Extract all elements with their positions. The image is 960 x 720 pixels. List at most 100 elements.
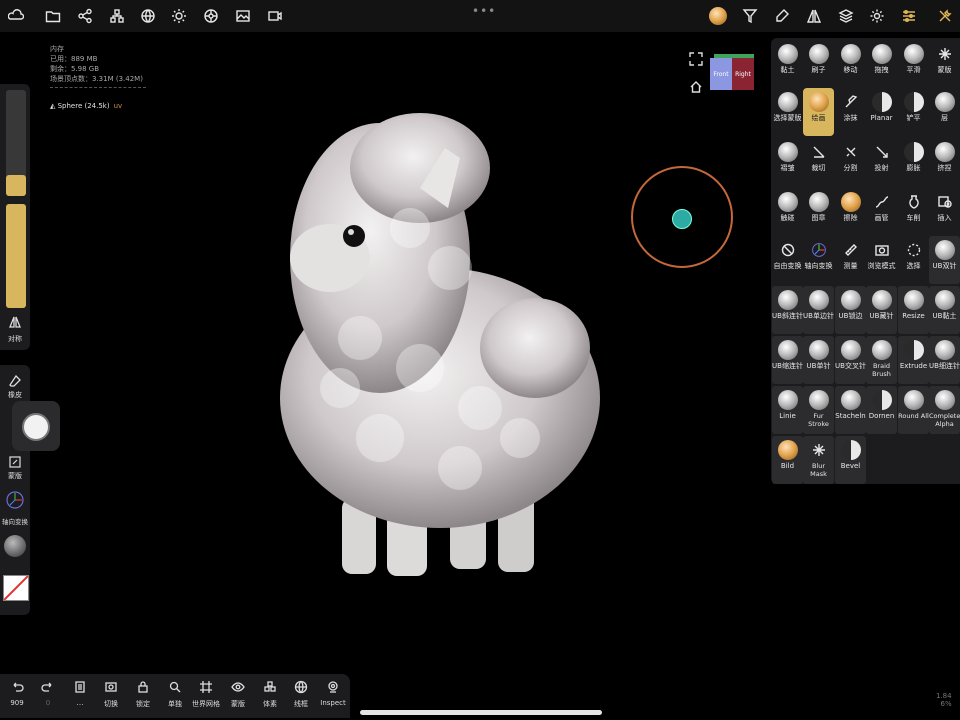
tool-1-3[interactable]: Planar [866,88,897,136]
tool-1-4[interactable]: 铲平 [898,88,929,136]
paint-color-popover[interactable] [12,401,60,451]
brush-preview-icon[interactable] [708,6,728,26]
tool-8-2[interactable]: Bevel [835,436,866,484]
sun-icon[interactable] [169,6,189,26]
home-indicator[interactable] [360,710,602,715]
tool-7-0[interactable]: Linie [772,386,803,434]
isolate-button[interactable]: 单独 [160,679,190,709]
tool-5-2[interactable]: UB锁边 [835,286,866,334]
symmetry-icon[interactable] [804,6,824,26]
tool-0-5[interactable]: 蒙版 [929,40,960,88]
no-color-swatch[interactable] [3,575,29,601]
tool-2-5[interactable]: 挤捏 [929,138,960,186]
tool-3-1[interactable]: 图章 [803,188,834,236]
share-nodes-icon[interactable] [75,6,95,26]
globe-icon[interactable] [138,6,158,26]
video-icon[interactable] [265,6,285,26]
tool-5-1[interactable]: UB单边针 [803,286,834,334]
wireframe-button[interactable]: 线框 [286,679,316,709]
switch-button[interactable]: 切换 [96,679,126,709]
tool-1-5[interactable]: 层 [929,88,960,136]
inspect-button[interactable]: Inspect [318,679,348,707]
tool-1-0[interactable]: 选择蒙版 [772,88,803,136]
cloud-icon[interactable] [6,6,26,26]
lock-button[interactable]: 锁定 [128,679,158,709]
view-cube[interactable]: Front Right [710,54,754,90]
voxel-button[interactable]: 体素 [255,679,285,709]
tool-0-4[interactable]: 平滑 [898,40,929,88]
world-grid-button[interactable]: 世界网格 [191,679,221,709]
scene-object-label[interactable]: ◭ Sphere (24.5k) uv [50,102,122,110]
tool-2-3[interactable]: 投射 [866,138,897,186]
tool-4-4[interactable]: 选择 [898,236,929,284]
tool-6-1[interactable]: UB单针 [803,336,834,384]
material-sphere[interactable] [4,535,26,557]
tool-5-5[interactable]: UB黏土 [929,286,960,334]
tool-8-0[interactable]: Bild [772,436,803,484]
tool-1-1[interactable]: 绘画 [803,88,834,136]
scene-icon[interactable] [107,6,127,26]
tool-6-4[interactable]: Extrude [898,336,929,384]
tool-4-0[interactable]: 自由变换 [772,236,803,284]
view-cube-right[interactable]: Right [732,58,754,90]
paint-icon[interactable] [772,6,792,26]
undo-button[interactable]: 909 [2,679,32,707]
sliders-icon[interactable] [899,6,919,26]
tool-4-2[interactable]: 测量 [835,236,866,284]
multitask-dots[interactable]: ••• [472,4,496,18]
tool-7-2[interactable]: Stacheln [835,386,866,434]
material-icon[interactable] [201,6,221,26]
tool-7-3[interactable]: Dornen [866,386,897,434]
tool-2-4[interactable]: 膨胀 [898,138,929,186]
tool-label: 移动 [843,66,858,74]
tool-7-1[interactable]: Fur Stroke [803,386,834,434]
mask-icon[interactable] [9,453,21,468]
more-button[interactable]: … [65,679,95,707]
tool-2-0[interactable]: 褶皱 [772,138,803,186]
tool-0-3[interactable]: 拖拽 [866,40,897,88]
mask-view-button[interactable]: 蒙版 [223,679,253,709]
alpaca-model[interactable] [270,108,610,578]
tool-4-3[interactable]: 浏览模式 [866,236,897,284]
tool-5-4[interactable]: Resize [898,286,929,334]
gizmo-icon[interactable] [5,490,25,510]
tool-6-2[interactable]: UB交叉针 [835,336,866,384]
tool-7-5[interactable]: Complete Alpha [929,386,960,434]
tool-2-1[interactable]: 裁切 [803,138,834,186]
tool-4-5[interactable]: UB双针 [929,236,960,284]
tool-3-2[interactable]: 擦除 [835,188,866,236]
paint-color-swatch[interactable] [22,413,50,441]
brush-center-handle[interactable] [672,209,692,229]
tool-3-5[interactable]: 插入 [929,188,960,236]
tool-2-2[interactable]: 分割 [835,138,866,186]
tool-0-2[interactable]: 移动 [835,40,866,88]
tool-5-0[interactable]: UB斜连针 [772,286,803,334]
tool-6-3[interactable]: Braid Brush [866,336,897,384]
tool-8-1[interactable]: Blur Mask [803,436,834,484]
redo-button[interactable]: 0 [33,679,63,707]
brush-intensity-slider[interactable] [6,204,26,308]
tool-3-0[interactable]: 触碰 [772,188,803,236]
home-icon[interactable] [689,79,703,93]
tool-3-4[interactable]: 车削 [898,188,929,236]
view-cube-front[interactable]: Front [710,58,732,90]
tools-icon[interactable] [935,6,955,26]
tool-6-0[interactable]: UB缩连针 [772,336,803,384]
tool-0-1[interactable]: 刷子 [803,40,834,88]
tool-3-3[interactable]: 画管 [866,188,897,236]
eraser-icon[interactable] [8,373,22,387]
image-icon[interactable] [233,6,253,26]
tool-1-2[interactable]: 涂抹 [835,88,866,136]
tool-0-0[interactable]: 黏土 [772,40,803,88]
gear-icon[interactable] [867,6,887,26]
layers-icon[interactable] [836,6,856,26]
tool-4-1[interactable]: 轴向变换 [803,236,834,284]
tool-7-4[interactable]: Round All [898,386,929,434]
filter-icon[interactable] [740,6,760,26]
tool-5-3[interactable]: UB藏针 [866,286,897,334]
tool-6-5[interactable]: UB细连针 [929,336,960,384]
folder-icon[interactable] [43,6,63,26]
symmetry-icon[interactable] [8,314,22,328]
brush-size-slider[interactable] [6,90,26,196]
fullscreen-icon[interactable] [689,51,703,66]
